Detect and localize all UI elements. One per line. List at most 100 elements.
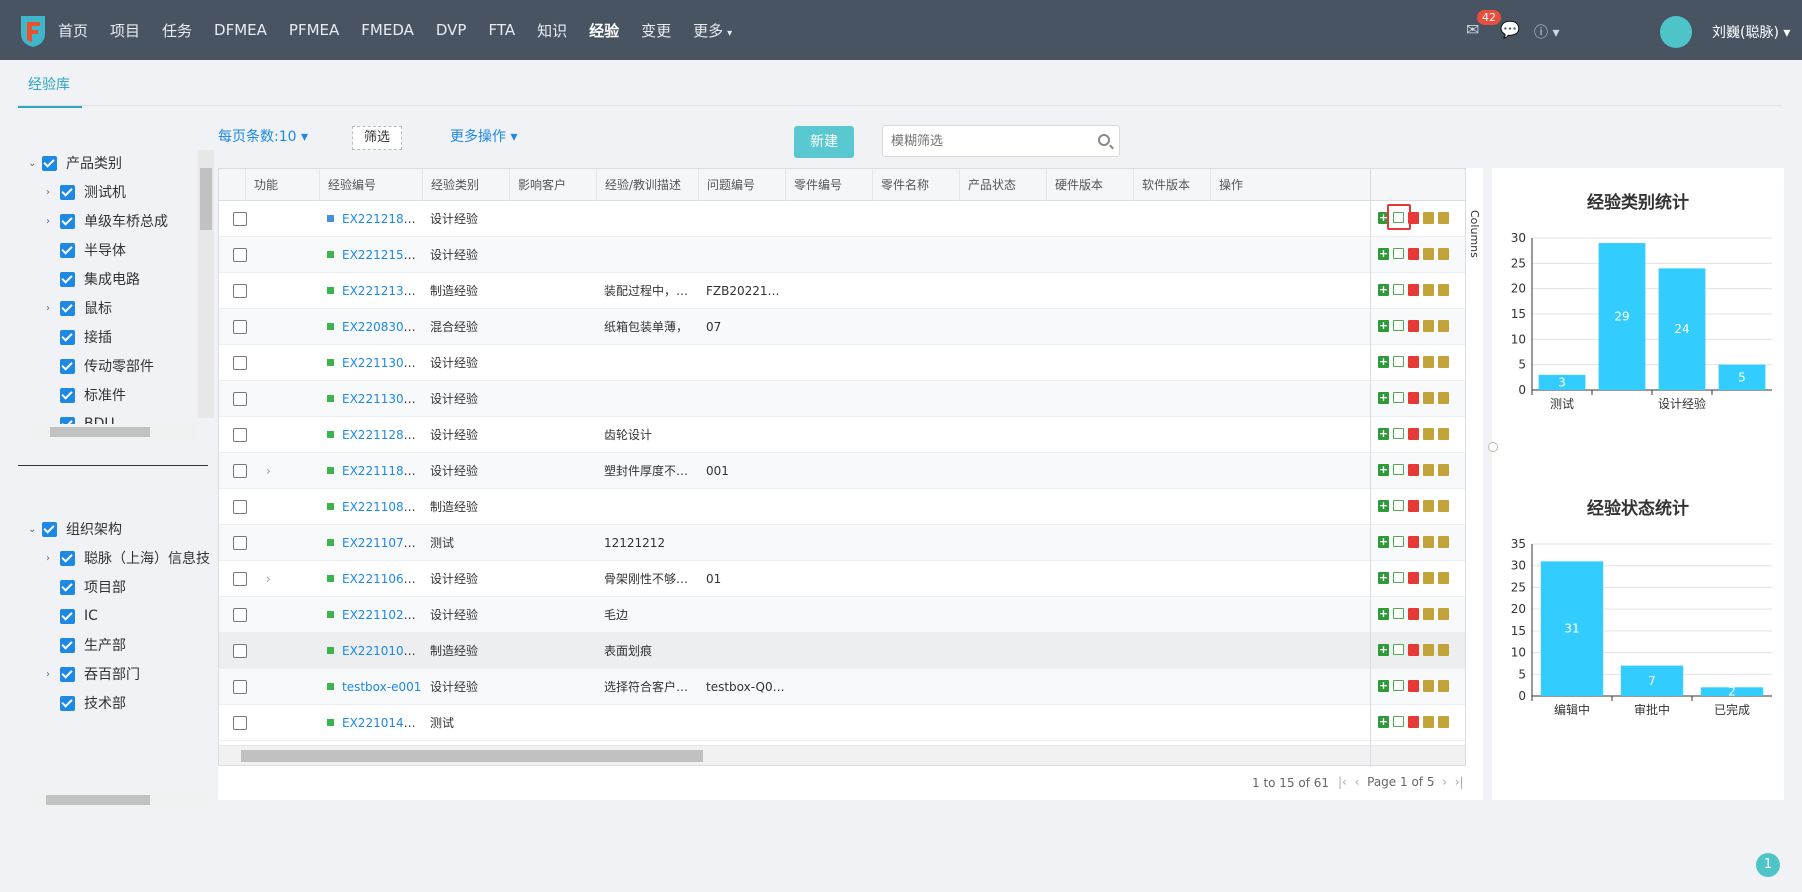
app-logo-icon[interactable] — [18, 14, 48, 48]
experience-code-link[interactable]: EX2211060001 — [342, 572, 422, 586]
table-row[interactable]: EX2208300004 混合经验 纸箱包装单薄， 07 + — [219, 309, 1482, 345]
chevron-right-icon[interactable]: › — [46, 669, 60, 680]
nav-item-1[interactable]: 项目 — [110, 20, 140, 41]
tree-item[interactable]: IC — [46, 605, 98, 627]
nav-item-0[interactable]: 首页 — [58, 20, 88, 41]
delete-icon[interactable] — [1408, 320, 1419, 332]
delete-icon[interactable] — [1408, 464, 1419, 476]
row-checkbox[interactable] — [233, 644, 247, 658]
table-row[interactable]: EX2211300002 设计经验 + — [219, 345, 1482, 381]
tree-checkbox[interactable] — [60, 550, 75, 566]
table-row[interactable]: › EX2211180001 设计经验 塑封件厚度不足导... 001 + — [219, 453, 1482, 489]
document-icon[interactable] — [1438, 716, 1449, 728]
row-checkbox[interactable] — [233, 536, 247, 550]
nav-item-9[interactable]: 经验 — [589, 20, 619, 41]
search-input[interactable] — [891, 126, 1091, 156]
chat-icon[interactable]: 💬 — [1500, 20, 1520, 39]
tree-checkbox[interactable] — [60, 637, 75, 653]
edit-icon[interactable] — [1393, 716, 1404, 727]
column-header[interactable]: 硬件版本 — [1046, 169, 1133, 201]
row-checkbox[interactable] — [233, 716, 247, 730]
add-icon[interactable]: + — [1378, 716, 1389, 728]
document-icon[interactable] — [1438, 572, 1449, 584]
add-icon[interactable]: + — [1378, 608, 1389, 620]
delete-icon[interactable] — [1408, 608, 1419, 620]
nav-item-11[interactable]: 更多 ▾ — [693, 20, 732, 41]
cell-code[interactable]: EX2211020001 — [319, 597, 422, 633]
table-row[interactable]: testbox-e001 设计经验 选择符合客户要求... testbox-Q001 + — [219, 669, 1482, 705]
tab-experience-library[interactable]: 经验库 — [18, 74, 82, 108]
edit-icon[interactable] — [1393, 464, 1404, 475]
row-checkbox[interactable] — [233, 428, 247, 442]
tree-item[interactable]: › 单级车桥总成 — [46, 210, 168, 232]
experience-code-link[interactable]: EX2211080001 — [342, 500, 422, 514]
experience-code-link[interactable]: EX2211020001 — [342, 608, 422, 622]
chevron-right-icon[interactable]: › — [46, 303, 60, 314]
edit-icon[interactable] — [1393, 536, 1404, 547]
table-row[interactable]: EX2212150001 设计经验 + — [219, 237, 1482, 273]
experience-code-link[interactable]: testbox-e001 — [342, 680, 421, 694]
delete-icon[interactable] — [1408, 500, 1419, 512]
help-badge[interactable]: 1 — [1756, 853, 1780, 877]
column-header[interactable]: 问题编号 — [698, 169, 785, 201]
table-row[interactable]: EX2210100001 制造经验 表面划痕 + — [219, 633, 1482, 669]
tree-item[interactable]: 技术部 — [46, 692, 126, 714]
document-icon[interactable] — [1438, 464, 1449, 476]
tree-item[interactable]: 生产部 — [46, 634, 126, 656]
experience-code-link[interactable]: EX2211300002 — [342, 356, 422, 370]
experience-code-link[interactable]: EX2212150001 — [342, 248, 422, 262]
copy-icon[interactable] — [1423, 536, 1434, 548]
tree-checkbox[interactable] — [42, 521, 57, 537]
chevron-down-icon[interactable]: ⌄ — [28, 158, 42, 169]
add-icon[interactable]: + — [1378, 320, 1389, 332]
experience-code-link[interactable]: EX2211180001 — [342, 464, 422, 478]
column-header[interactable]: 功能 — [245, 169, 319, 201]
cell-code[interactable]: EX2211280001 — [319, 417, 422, 453]
row-checkbox[interactable] — [233, 608, 247, 622]
delete-icon[interactable] — [1408, 284, 1419, 296]
row-checkbox[interactable] — [233, 356, 247, 370]
username-menu[interactable]: 刘巍(聪脉) ▾ — [1712, 22, 1790, 42]
experience-code-link[interactable]: EX2208300004 — [342, 320, 422, 334]
column-header[interactable]: 影响客户 — [509, 169, 596, 201]
tree-product-vscroll[interactable] — [198, 150, 214, 418]
row-checkbox[interactable] — [233, 680, 247, 694]
copy-icon[interactable] — [1423, 356, 1434, 368]
tree-item[interactable]: ⌄ 产品类别 — [28, 152, 122, 174]
table-row[interactable]: EX2212180001设计经验+ — [219, 201, 1482, 237]
tree-checkbox[interactable] — [60, 329, 75, 345]
cell-code[interactable]: EX2211060001 — [319, 561, 422, 597]
tree-item[interactable]: 标准件 — [46, 384, 126, 406]
copy-icon[interactable] — [1423, 644, 1434, 656]
edit-icon[interactable] — [1393, 572, 1404, 583]
copy-icon[interactable] — [1423, 464, 1434, 476]
copy-icon[interactable] — [1423, 500, 1434, 512]
nav-item-5[interactable]: FMEDA — [361, 21, 414, 39]
add-icon[interactable]: + — [1378, 356, 1389, 368]
search-icon[interactable] — [1098, 134, 1110, 146]
nav-item-4[interactable]: PFMEA — [289, 21, 339, 39]
edit-icon[interactable] — [1393, 320, 1404, 331]
experience-code-link[interactable]: EX2210140001 — [342, 716, 422, 730]
edit-icon[interactable] — [1393, 680, 1404, 691]
chevron-right-icon[interactable]: › — [46, 187, 60, 198]
table-row[interactable]: › EX2211060001 设计经验 骨架刚性不够，整... 01 + — [219, 561, 1482, 597]
row-checkbox[interactable] — [233, 572, 247, 586]
edit-icon[interactable] — [1393, 356, 1404, 367]
nav-item-3[interactable]: DFMEA — [214, 21, 267, 39]
copy-icon[interactable] — [1423, 284, 1434, 296]
nav-item-8[interactable]: 知识 — [537, 20, 567, 41]
row-checkbox[interactable] — [233, 392, 247, 406]
tree-item[interactable]: 接插 — [46, 326, 112, 348]
tree-checkbox[interactable] — [60, 608, 75, 624]
nav-item-2[interactable]: 任务 — [162, 20, 192, 41]
table-row[interactable]: EX2212130001 制造经验 装配过程中，定子... FZB2022121...… — [219, 273, 1482, 309]
tree-checkbox[interactable] — [60, 666, 75, 682]
table-row[interactable]: EX2211080001 制造经验 + — [219, 489, 1482, 525]
add-icon[interactable]: + — [1378, 284, 1389, 296]
filter-button[interactable]: 筛选 — [352, 126, 402, 150]
copy-icon[interactable] — [1423, 680, 1434, 692]
delete-icon[interactable] — [1408, 428, 1419, 440]
delete-icon[interactable] — [1408, 680, 1419, 692]
chevron-right-icon[interactable]: › — [266, 453, 271, 489]
